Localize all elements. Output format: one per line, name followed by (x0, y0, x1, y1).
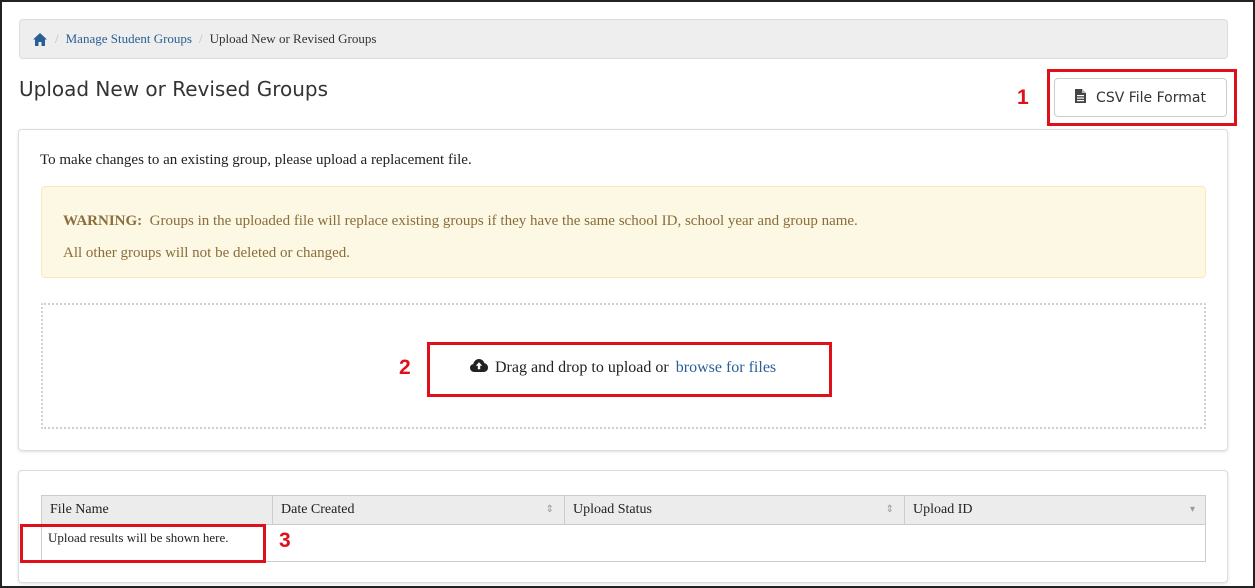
column-header-file-name[interactable]: File Name (42, 496, 273, 524)
column-label: File Name (50, 502, 109, 517)
home-icon[interactable] (32, 31, 48, 47)
warning-label: WARNING: (63, 213, 143, 229)
upload-panel: To make changes to an existing group, pl… (18, 129, 1228, 451)
cloud-upload-icon (470, 359, 488, 377)
warning-text-1: Groups in the uploaded file will replace… (149, 213, 858, 229)
breadcrumb-separator: / (55, 31, 59, 46)
column-label: Upload Status (573, 502, 652, 517)
table-header: File Name Date Created ⇕ Upload Status ⇕… (42, 496, 1205, 525)
upload-results-panel: File Name Date Created ⇕ Upload Status ⇕… (18, 470, 1228, 583)
csv-button-label: CSV File Format (1096, 89, 1206, 106)
column-label: Date Created (281, 502, 355, 517)
breadcrumb-manage-student-groups[interactable]: Manage Student Groups (66, 31, 192, 47)
page-title: Upload New or Revised Groups (19, 77, 329, 101)
dropzone-prompt: Drag and drop to upload or browse for fi… (470, 359, 776, 377)
column-label: Upload ID (913, 502, 973, 517)
empty-results-message: Upload results will be shown here. (48, 530, 229, 545)
breadcrumb-current: Upload New or Revised Groups (209, 31, 377, 46)
breadcrumb: / Manage Student Groups / Upload New or … (19, 19, 1228, 59)
column-header-upload-status[interactable]: Upload Status ⇕ (565, 496, 905, 524)
warning-line-1: WARNING: Groups in the uploaded file wil… (63, 205, 1205, 237)
breadcrumb-separator: / (199, 31, 203, 46)
sort-down-icon: ▾ (1189, 504, 1195, 515)
browse-files-link[interactable]: browse for files (676, 359, 776, 377)
annotation-number-2: 2 (399, 356, 411, 379)
csv-file-format-button[interactable]: CSV File Format (1054, 78, 1227, 117)
intro-text: To make changes to an existing group, pl… (40, 152, 472, 168)
column-header-date-created[interactable]: Date Created ⇕ (273, 496, 565, 524)
dropzone-text: Drag and drop to upload or (495, 359, 669, 376)
file-text-icon (1075, 88, 1087, 107)
annotation-number-3: 3 (279, 529, 291, 552)
annotation-number-1: 1 (1017, 86, 1029, 109)
warning-text-2: All other groups will not be deleted or … (63, 245, 351, 261)
column-header-upload-id[interactable]: Upload ID ▾ (905, 496, 1205, 524)
sort-icon: ⇕ (885, 504, 894, 515)
sort-icon: ⇕ (545, 504, 554, 515)
upload-results-table: File Name Date Created ⇕ Upload Status ⇕… (41, 495, 1206, 562)
warning-alert: WARNING: Groups in the uploaded file wil… (41, 186, 1206, 278)
